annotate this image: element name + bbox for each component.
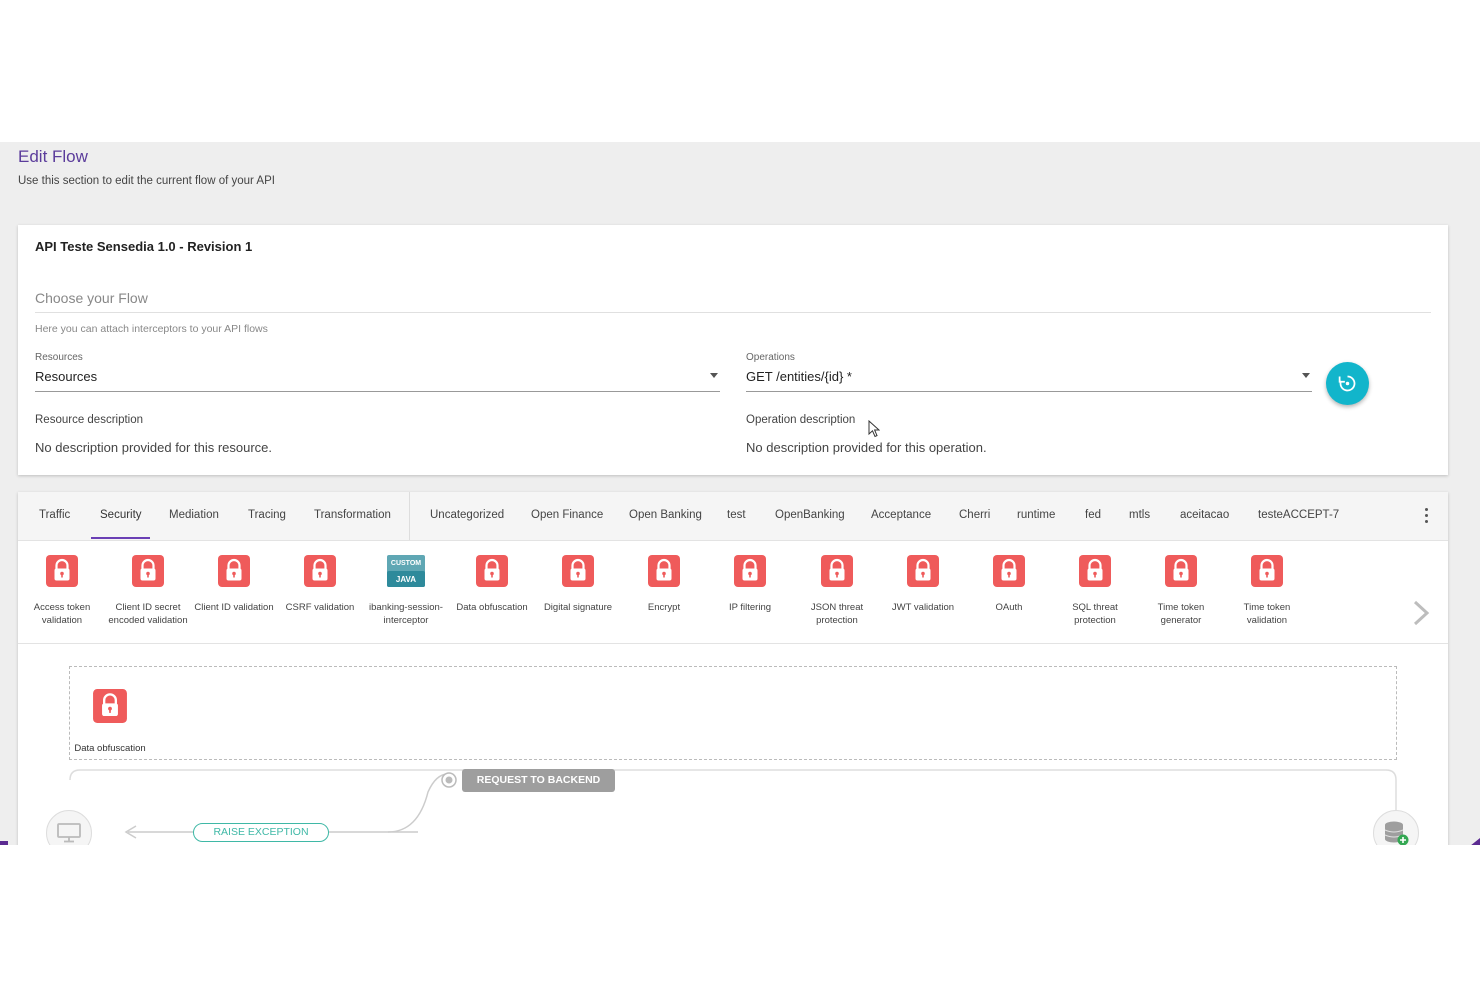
operations-select[interactable]: GET /entities/{id} *: [746, 369, 1312, 392]
resources-select[interactable]: Resources: [35, 369, 720, 392]
chevron-down-icon: [710, 373, 718, 378]
mouse-cursor-icon: [868, 420, 880, 438]
interceptor-panel: Traffic Security Mediation Tracing Trans…: [18, 492, 1448, 845]
chevron-down-icon: [1302, 373, 1310, 378]
edit-flow-page: Edit Flow Use this section to edit the c…: [0, 142, 1480, 845]
api-title: API Teste Sensedia 1.0 - Revision 1: [35, 239, 253, 254]
operations-label: Operations: [746, 352, 795, 363]
page-title: Edit Flow: [18, 147, 88, 166]
operation-description: No description provided for this operati…: [746, 440, 987, 455]
reset-flow-button[interactable]: [1326, 362, 1369, 405]
resource-description: No description provided for this resourc…: [35, 440, 273, 455]
operations-value: GET /entities/{id} *: [746, 369, 852, 384]
flow-curve: [387, 773, 449, 833]
flow-settings-card: API Teste Sensedia 1.0 - Revision 1 Choo…: [18, 225, 1448, 475]
history-icon: [1338, 375, 1356, 392]
raise-exception-badge[interactable]: RAISE EXCEPTION: [193, 823, 329, 842]
flow-connectors: [69, 769, 1397, 839]
corner-accent: [1470, 838, 1480, 845]
monitor-icon: [57, 823, 81, 843]
resources-value: Resources: [35, 369, 98, 384]
database-add-icon: [1384, 821, 1409, 845]
page-subtitle: Use this section to edit the current flo…: [18, 175, 275, 187]
flow-line-top: [69, 769, 1397, 822]
resource-description-label: Resource description: [35, 414, 144, 426]
choose-flow-heading: Choose your Flow: [35, 290, 1431, 313]
resources-label: Resources: [35, 352, 83, 363]
flow-hint: Here you can attach interceptors to your…: [35, 323, 268, 335]
operation-description-label: Operation description: [746, 414, 856, 426]
corner-accent-left: [0, 841, 8, 845]
request-to-backend-badge: REQUEST TO BACKEND: [462, 769, 615, 792]
